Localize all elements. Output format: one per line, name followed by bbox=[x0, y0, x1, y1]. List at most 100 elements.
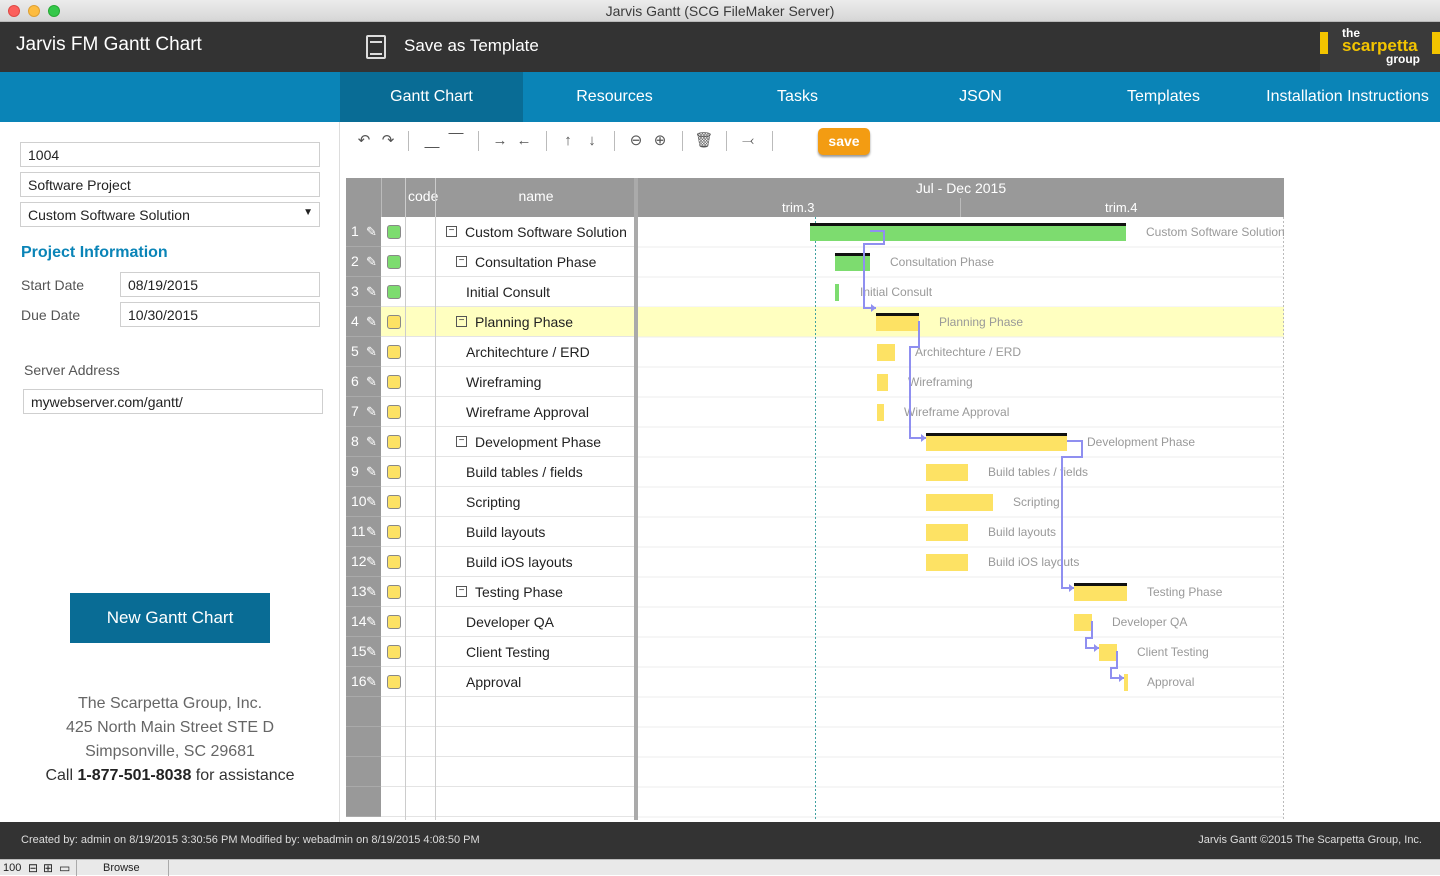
edit-pencil-icon[interactable]: ✎ bbox=[366, 217, 377, 246]
redo-icon[interactable]: ↷ bbox=[378, 130, 398, 152]
tab-json[interactable]: JSON bbox=[889, 72, 1072, 122]
table-row[interactable]: 8 ✎ − Development Phase bbox=[346, 427, 636, 457]
row-number-cell[interactable]: 4 ✎ bbox=[346, 307, 381, 337]
minimize-window-icon[interactable] bbox=[28, 5, 40, 17]
row-number-cell[interactable]: 7 ✎ bbox=[346, 397, 381, 427]
close-window-icon[interactable] bbox=[8, 5, 20, 17]
table-row[interactable]: 1 ✎ − Custom Software Solution bbox=[346, 217, 636, 247]
table-row[interactable]: 10 ✎ Scripting bbox=[346, 487, 636, 517]
row-number-cell[interactable]: 10 ✎ bbox=[346, 487, 381, 517]
task-name[interactable]: Developer QA bbox=[466, 607, 554, 637]
task-name[interactable]: Initial Consult bbox=[466, 277, 550, 307]
row-number-cell[interactable] bbox=[346, 787, 381, 817]
outdent-icon[interactable]: ← bbox=[514, 130, 534, 152]
row-number-cell[interactable]: 8 ✎ bbox=[346, 427, 381, 457]
edit-pencil-icon[interactable]: ✎ bbox=[366, 367, 377, 396]
edit-pencil-icon[interactable]: ✎ bbox=[366, 307, 377, 336]
edit-pencil-icon[interactable]: ✎ bbox=[366, 637, 377, 666]
task-name[interactable]: Client Testing bbox=[466, 637, 550, 667]
row-number-cell[interactable]: 6 ✎ bbox=[346, 367, 381, 397]
insert-above-icon[interactable]: ⎽ bbox=[422, 130, 442, 152]
table-row[interactable]: 3 ✎ Initial Consult bbox=[346, 277, 636, 307]
row-number-cell[interactable]: 12 ✎ bbox=[346, 547, 381, 577]
save-as-template-button[interactable]: Save as Template bbox=[404, 36, 539, 56]
edit-pencil-icon[interactable]: ✎ bbox=[366, 607, 377, 636]
indent-icon[interactable]: → bbox=[490, 130, 510, 152]
column-header-name[interactable]: name bbox=[436, 188, 636, 204]
table-row[interactable]: 13 ✎ − Testing Phase bbox=[346, 577, 636, 607]
task-name[interactable]: Development Phase bbox=[475, 427, 601, 457]
zoom-out-icon[interactable]: ⊖ bbox=[626, 130, 646, 152]
table-row[interactable]: 12 ✎ Build iOS layouts bbox=[346, 547, 636, 577]
zoom-in-small-icon[interactable]: ⊞ bbox=[43, 860, 53, 876]
row-number-cell[interactable]: 14 ✎ bbox=[346, 607, 381, 637]
row-number-cell[interactable]: 1 ✎ bbox=[346, 217, 381, 247]
project-name-field[interactable] bbox=[20, 172, 320, 197]
edit-pencil-icon[interactable]: ✎ bbox=[366, 487, 377, 516]
server-address-field[interactable] bbox=[23, 389, 323, 414]
edit-pencil-icon[interactable]: ✎ bbox=[366, 337, 377, 366]
row-number-cell[interactable]: 9 ✎ bbox=[346, 457, 381, 487]
task-name[interactable]: Wireframe Approval bbox=[466, 397, 589, 427]
task-name[interactable]: Testing Phase bbox=[475, 577, 563, 607]
mode-label[interactable]: Browse bbox=[103, 860, 140, 876]
table-row[interactable]: 9 ✎ Build tables / fields bbox=[346, 457, 636, 487]
collapse-icon[interactable]: − bbox=[456, 436, 467, 447]
edit-pencil-icon[interactable]: ✎ bbox=[366, 427, 377, 456]
move-up-icon[interactable]: ↑ bbox=[558, 130, 578, 152]
task-name[interactable]: Consultation Phase bbox=[475, 247, 596, 277]
delete-icon[interactable]: 🗑 bbox=[694, 130, 714, 152]
due-date-field[interactable] bbox=[120, 302, 320, 327]
zoom-out-small-icon[interactable]: ⊟ bbox=[28, 860, 38, 876]
edit-pencil-icon[interactable]: ✎ bbox=[366, 397, 377, 426]
task-name[interactable]: Build layouts bbox=[466, 517, 545, 547]
task-name[interactable]: Build tables / fields bbox=[466, 457, 583, 487]
task-name[interactable]: Approval bbox=[466, 667, 521, 697]
edit-pencil-icon[interactable]: ✎ bbox=[366, 547, 377, 576]
insert-below-icon[interactable]: ⎺ bbox=[446, 130, 466, 152]
row-number-cell[interactable]: 16 ✎ bbox=[346, 667, 381, 697]
edit-pencil-icon[interactable]: ✎ bbox=[366, 517, 377, 546]
task-name[interactable]: Build iOS layouts bbox=[466, 547, 573, 577]
edit-pencil-icon[interactable]: ✎ bbox=[366, 277, 377, 306]
edit-pencil-icon[interactable]: ✎ bbox=[366, 457, 377, 486]
collapse-icon[interactable]: − bbox=[456, 256, 467, 267]
row-number-cell[interactable]: 11 ✎ bbox=[346, 517, 381, 547]
table-row[interactable]: 15 ✎ Client Testing bbox=[346, 637, 636, 667]
row-number-cell[interactable] bbox=[346, 697, 381, 727]
table-row[interactable]: 16 ✎ Approval bbox=[346, 667, 636, 697]
collapse-icon[interactable]: − bbox=[456, 586, 467, 597]
move-down-icon[interactable]: ↓ bbox=[582, 130, 602, 152]
tab-gantt-chart[interactable]: Gantt Chart bbox=[340, 72, 523, 122]
row-number-cell[interactable]: 15 ✎ bbox=[346, 637, 381, 667]
row-number-cell[interactable]: 2 ✎ bbox=[346, 247, 381, 277]
project-id-field[interactable] bbox=[20, 142, 320, 167]
row-number-cell[interactable] bbox=[346, 727, 381, 757]
tab-templates[interactable]: Templates bbox=[1072, 72, 1255, 122]
edit-pencil-icon[interactable]: ✎ bbox=[366, 247, 377, 276]
table-row[interactable]: 11 ✎ Build layouts bbox=[346, 517, 636, 547]
row-number-cell[interactable]: 5 ✎ bbox=[346, 337, 381, 367]
table-row[interactable]: 7 ✎ Wireframe Approval bbox=[346, 397, 636, 427]
zoom-level[interactable]: 100 bbox=[3, 860, 21, 876]
tab-resources[interactable]: Resources bbox=[523, 72, 706, 122]
template-icon[interactable] bbox=[366, 35, 386, 59]
start-date-field[interactable] bbox=[120, 272, 320, 297]
task-name[interactable]: Planning Phase bbox=[475, 307, 573, 337]
new-gantt-chart-button[interactable]: New Gantt Chart bbox=[70, 593, 270, 643]
zoom-in-icon[interactable]: ⊕ bbox=[650, 130, 670, 152]
row-number-cell[interactable]: 13 ✎ bbox=[346, 577, 381, 607]
table-row[interactable]: 6 ✎ Wireframing bbox=[346, 367, 636, 397]
task-name[interactable]: Custom Software Solution bbox=[465, 217, 627, 247]
undo-icon[interactable]: ↶ bbox=[354, 130, 374, 152]
task-name[interactable]: Scripting bbox=[466, 487, 520, 517]
table-row[interactable]: 4 ✎ − Planning Phase bbox=[346, 307, 636, 337]
collapse-icon[interactable]: − bbox=[456, 316, 467, 327]
edit-pencil-icon[interactable]: ✎ bbox=[366, 577, 377, 606]
edit-pencil-icon[interactable]: ✎ bbox=[366, 667, 377, 696]
table-row[interactable]: 5 ✎ Architechture / ERD bbox=[346, 337, 636, 367]
tab-installation-instructions[interactable]: Installation Instructions bbox=[1255, 72, 1440, 122]
column-header-code[interactable]: code bbox=[408, 188, 438, 204]
row-number-cell[interactable] bbox=[346, 757, 381, 787]
project-select[interactable]: Custom Software Solution ▼ bbox=[20, 202, 320, 227]
